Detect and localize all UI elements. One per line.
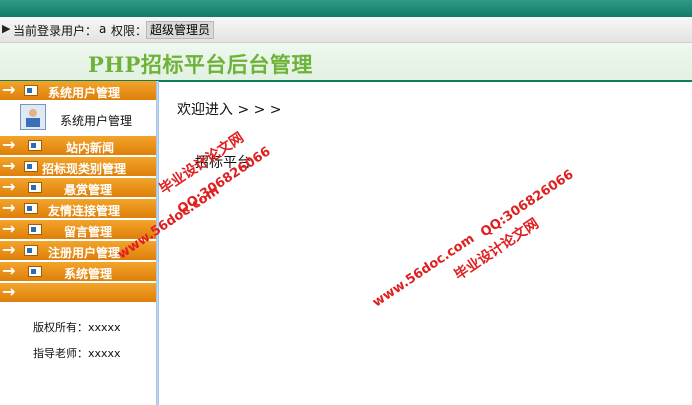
role-label: 权限： (111, 24, 148, 38)
sidebar-item-friend-links[interactable]: → 友情连接管理 (0, 199, 156, 219)
bullet-arrow-icon: ▶ (2, 22, 11, 35)
submenu-label: 系统用户管理 (60, 114, 133, 128)
card-icon (28, 224, 42, 235)
sidebar-item-news[interactable]: → 站内新闻 (0, 136, 156, 156)
card-icon (28, 140, 42, 151)
page-title: PHP招标平台后台管理 (88, 52, 313, 77)
login-user-label: 当前登录用户： (13, 24, 98, 38)
arrow-right-icon: → (2, 240, 16, 259)
role-badge: 超级管理员 (146, 21, 215, 39)
arrow-right-icon: → (2, 135, 16, 154)
teacher-text: 指导老师：xxxxx (33, 347, 121, 360)
arrow-right-icon: → (2, 219, 16, 238)
page-banner: PHP招标平台后台管理 (0, 43, 692, 82)
sidebar-item-empty[interactable]: → (0, 283, 156, 303)
sidebar-item-label: 注册用户管理 (48, 246, 121, 260)
card-icon (24, 161, 38, 172)
arrow-right-icon: → (2, 177, 16, 196)
arrow-right-icon: → (2, 261, 16, 280)
top-bar (0, 0, 692, 17)
login-user-value: a (99, 22, 107, 36)
copyright-text: 版权所有：xxxxx (33, 321, 121, 334)
card-icon (28, 182, 42, 193)
welcome-text: 欢迎进入 > > > (177, 102, 282, 118)
sidebar-item-bid-categories[interactable]: → 招标现类别管理 (0, 157, 156, 177)
sidebar-item-label: 站内新闻 (66, 141, 115, 155)
sidebar-divider (156, 81, 159, 405)
sidebar-item-label: 留言管理 (64, 225, 113, 239)
sidebar-item-system[interactable]: → 系统管理 (0, 262, 156, 282)
sidebar-item-label: 友情连接管理 (48, 204, 121, 218)
submenu-system-users[interactable]: 系统用户管理 (0, 101, 156, 134)
user-info-bar: ▶ 当前登录用户： a 权限： 超级管理员 (0, 17, 692, 43)
sidebar-item-label: 系统管理 (64, 267, 113, 281)
arrow-right-icon: → (2, 282, 16, 301)
sidebar-item-label: 系统用户管理 (48, 86, 121, 100)
sidebar-item-label: 招标现类别管理 (42, 162, 127, 176)
sidebar-item-label: 悬赏管理 (64, 183, 113, 197)
card-icon (24, 85, 38, 96)
card-icon (24, 245, 38, 256)
card-icon (24, 203, 38, 214)
sidebar-item-system-users[interactable]: → 系统用户管理 (0, 81, 156, 101)
arrow-right-icon: → (2, 80, 16, 99)
card-icon (28, 266, 42, 277)
arrow-right-icon: → (2, 198, 16, 217)
user-icon (20, 104, 46, 130)
arrow-right-icon: → (2, 156, 16, 175)
sidebar-item-bounty[interactable]: → 悬赏管理 (0, 178, 156, 198)
